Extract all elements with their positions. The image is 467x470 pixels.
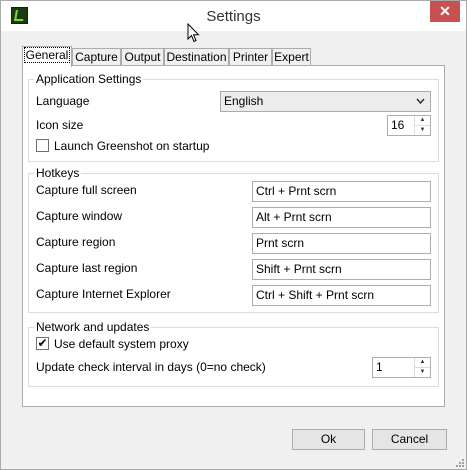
language-dropdown[interactable]: English bbox=[220, 91, 431, 112]
window-title: Settings bbox=[206, 8, 261, 25]
update-interval-label: Update check interval in days (0=no chec… bbox=[36, 360, 266, 374]
icon-size-stepper[interactable]: 16 ▲ ▼ bbox=[387, 115, 431, 136]
network-updates-title: Network and updates bbox=[34, 320, 152, 334]
resize-grip-icon[interactable] bbox=[456, 459, 464, 467]
hotkey-field-full-screen[interactable]: Ctrl + Prnt scrn bbox=[252, 181, 431, 202]
close-button[interactable]: ✕ bbox=[430, 1, 460, 22]
cancel-button[interactable]: Cancel bbox=[372, 429, 447, 450]
application-settings-group: Application Settings Language English Ic… bbox=[28, 72, 439, 162]
use-proxy-checkbox[interactable]: ✔ bbox=[36, 337, 49, 350]
use-proxy-label: Use default system proxy bbox=[54, 337, 189, 351]
icon-size-label: Icon size bbox=[36, 118, 84, 132]
language-label: Language bbox=[36, 94, 90, 108]
hotkeys-title: Hotkeys bbox=[34, 166, 82, 180]
hotkey-label-internet-explorer: Capture Internet Explorer bbox=[36, 287, 171, 301]
spin-up-icon[interactable]: ▲ bbox=[415, 116, 430, 126]
tab-output[interactable]: Output bbox=[121, 48, 164, 65]
checkmark-icon: ✔ bbox=[37, 336, 48, 350]
update-interval-value: 1 bbox=[376, 360, 383, 374]
tab-general[interactable]: General bbox=[22, 46, 72, 67]
spin-down-icon[interactable]: ▼ bbox=[415, 368, 430, 377]
icon-size-arrows: ▲ ▼ bbox=[414, 116, 430, 135]
hotkey-label-last-region: Capture last region bbox=[36, 261, 138, 275]
hotkey-field-region[interactable]: Prnt scrn bbox=[252, 233, 431, 254]
close-icon: ✕ bbox=[439, 3, 451, 19]
tab-destination[interactable]: Destination bbox=[164, 48, 229, 65]
tab-capture[interactable]: Capture bbox=[72, 48, 121, 65]
hotkeys-group: Hotkeys Capture full screen Ctrl + Prnt … bbox=[28, 166, 439, 313]
application-settings-title: Application Settings bbox=[34, 72, 144, 86]
tab-expert[interactable]: Expert bbox=[272, 48, 311, 65]
update-interval-stepper[interactable]: 1 ▲ ▼ bbox=[372, 357, 431, 378]
launch-on-startup-checkbox[interactable] bbox=[36, 139, 49, 152]
hotkey-field-window[interactable]: Alt + Prnt scrn bbox=[252, 207, 431, 228]
ok-button[interactable]: Ok bbox=[292, 429, 365, 450]
hotkey-field-last-region[interactable]: Shift + Prnt scrn bbox=[252, 259, 431, 280]
language-selected-value: English bbox=[224, 94, 264, 108]
spin-up-icon[interactable]: ▲ bbox=[415, 358, 430, 368]
hotkey-label-full-screen: Capture full screen bbox=[36, 183, 137, 197]
hotkey-label-window: Capture window bbox=[36, 209, 123, 223]
hotkey-label-region: Capture region bbox=[36, 235, 116, 249]
title-bar[interactable]: Settings ✕ bbox=[1, 1, 466, 31]
icon-size-value: 16 bbox=[391, 118, 405, 132]
settings-window: Settings ✕ General Capture Output Destin… bbox=[0, 0, 467, 470]
update-interval-arrows: ▲ ▼ bbox=[414, 358, 430, 377]
hotkey-field-internet-explorer[interactable]: Ctrl + Shift + Prnt scrn bbox=[252, 285, 431, 306]
mouse-cursor-icon bbox=[187, 23, 200, 43]
network-updates-group: Network and updates ✔ Use default system… bbox=[28, 320, 439, 387]
spin-down-icon[interactable]: ▼ bbox=[415, 126, 430, 135]
tab-printer[interactable]: Printer bbox=[229, 48, 272, 65]
general-tab-panel: Application Settings Language English Ic… bbox=[22, 65, 445, 407]
launch-on-startup-label: Launch Greenshot on startup bbox=[54, 139, 210, 153]
